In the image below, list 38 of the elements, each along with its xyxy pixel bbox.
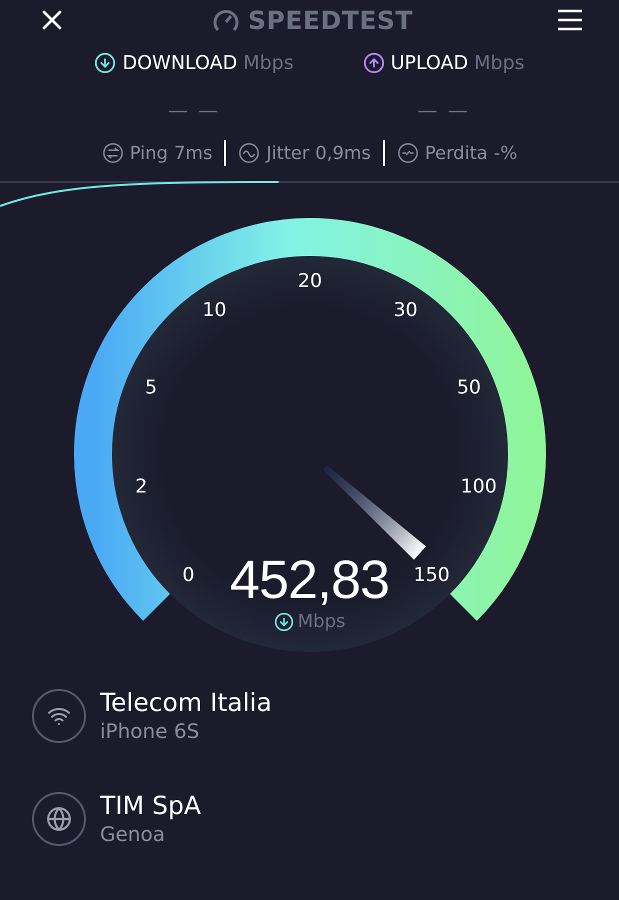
connection-detail: iPhone 6S xyxy=(100,719,200,743)
globe-icon xyxy=(46,806,72,832)
result-value: — — xyxy=(417,98,470,122)
metric-label: Jitter xyxy=(266,142,310,164)
metric-label: Ping xyxy=(130,142,168,164)
ping-icon xyxy=(102,142,124,164)
result-unit: Mbps xyxy=(243,52,294,74)
speed-unit: Mbps xyxy=(298,611,346,632)
upload-icon xyxy=(362,52,385,74)
speed-reading: 452,83 xyxy=(230,549,390,611)
connection-detail: Genoa xyxy=(100,822,166,846)
gauge-tick-label: 5 xyxy=(145,376,158,398)
connection-name: TIM SpA xyxy=(100,791,202,820)
result-value: — — xyxy=(168,98,220,122)
metric-value: -% xyxy=(494,142,518,164)
gauge-tick-label: 2 xyxy=(135,476,148,498)
result-unit: Mbps xyxy=(474,52,525,74)
connection-name: Telecom Italia xyxy=(100,688,272,717)
gauge-tick-label: 20 xyxy=(298,270,322,292)
app-title: SPEEDTEST xyxy=(248,6,413,34)
result-label: UPLOAD xyxy=(390,52,468,74)
gauge-tick-label: 50 xyxy=(456,376,481,398)
speedometer-icon xyxy=(212,8,240,32)
gauge-tick-label: 30 xyxy=(393,299,418,322)
gauge-tick-label: 0 xyxy=(182,564,194,586)
gauge-tick-label: 10 xyxy=(202,299,227,322)
metric-value: 0,9ms xyxy=(315,142,371,164)
wave-icon xyxy=(238,142,260,164)
download-icon xyxy=(274,612,294,632)
gauge-tick-label: 100 xyxy=(460,476,497,498)
result-label: DOWNLOAD xyxy=(122,52,238,74)
menu-button[interactable] xyxy=(557,8,583,32)
download-icon xyxy=(94,52,116,74)
metric-label: Perdita xyxy=(424,142,488,164)
metric-value: 7ms xyxy=(174,142,212,164)
loss-icon xyxy=(396,142,419,164)
gauge-tick-label: 150 xyxy=(414,564,450,586)
menu-icon xyxy=(557,8,583,32)
